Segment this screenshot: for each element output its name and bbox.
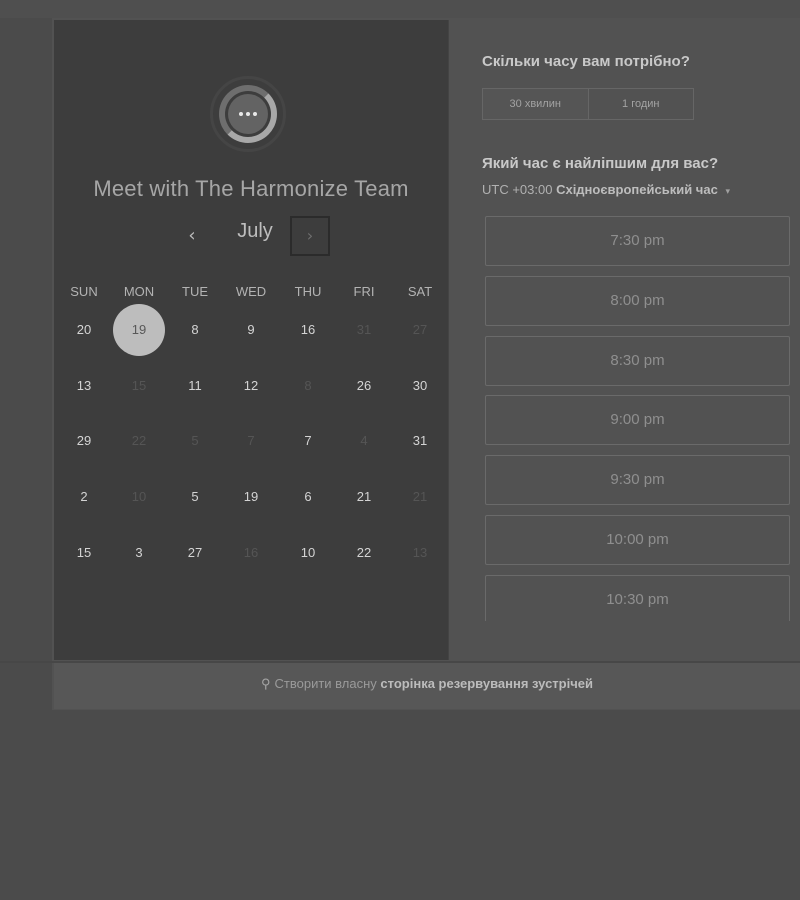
top-band [0,0,800,18]
chevron-left-icon[interactable]: ‹ [178,222,206,250]
calendar-day-selected[interactable]: 19 [113,304,165,356]
time-slot-button[interactable]: 7:30 pm [485,216,790,266]
weekday-label: TUE [182,284,208,299]
weekday-label: THU [294,284,322,299]
calendar-day[interactable]: 7 [282,415,334,467]
calendar-day[interactable]: 9 [225,304,277,356]
footer-link[interactable]: ⚲ Створити власну сторінка резервування з… [54,663,800,705]
calendar-day: 27 [412,322,428,337]
calendar-day[interactable]: 11 [169,360,221,412]
duration-question: Скільки часу вам потрібно? [482,53,690,70]
calendar-day[interactable]: 13 [58,360,110,412]
weekday-label: WED [235,284,267,299]
time-slot-button[interactable]: 9:00 pm [485,395,790,446]
duration-selector: 30 хвилин 1 годин [482,88,694,120]
footer-prefix: Створити власну [274,676,377,691]
calendar-day: 8 [304,378,312,393]
calendar-day[interactable]: 30 [394,360,446,412]
weekday-header: SUN MON TUE WED THU FRI SAT [54,284,448,304]
weekday-label: SUN [70,284,98,299]
weekday-label: FRI [353,284,375,299]
calendar-day[interactable]: 31 [394,415,446,467]
calendar-panel: Meet with The Harmonize Team ‹ July › SU… [54,20,449,660]
time-slot-list: 7:30 pm 8:00 pm 8:30 pm 9:00 pm 9:30 pm 10:00… [485,216,792,621]
time-question: Який час є найліпшим для вас? [482,155,719,172]
time-panel: Скільки часу вам потрібно? 30 хвилин 1 г… [448,20,800,660]
calendar-day: 4 [360,433,368,448]
calendar-day[interactable]: 21 [338,471,390,523]
time-slot-button[interactable]: 8:30 pm [485,335,790,386]
caret-down-icon: ▾ [725,186,730,196]
calendar-day: 21 [412,489,428,504]
calendar-day: 31 [356,322,372,337]
calendar-day[interactable]: 8 [169,304,221,356]
time-slot-button[interactable]: 10:30 pm [485,574,790,621]
calendar-day: 15 [131,378,147,393]
avatar [210,76,286,152]
calendar-day[interactable]: 29 [58,415,110,467]
calendar-day: 22 [131,433,147,448]
calendar-day[interactable]: 2 [58,471,110,523]
duration-option-30[interactable]: 30 хвилин [483,89,589,119]
duration-option-60[interactable]: 1 годин [589,89,694,119]
time-slot-button[interactable]: 9:30 pm [485,455,790,506]
chat-logo-ring [219,85,277,143]
hubspot-sprocket-icon: ⚲ [261,676,271,691]
chevron-right-icon[interactable]: › [290,216,330,256]
calendar-day[interactable]: 27 [169,527,221,579]
calendar-day[interactable]: 20 [58,304,110,356]
timezone-offset: UTC +03:00 [482,182,553,197]
weekday-label: MON [123,284,155,299]
timezone-name: Східноєвропейський час [556,182,718,197]
calendar-day[interactable]: 12 [225,360,277,412]
calendar-day[interactable]: 10 [282,527,334,579]
calendar-day: 7 [247,433,255,448]
calendar-day: 5 [191,433,199,448]
time-slot-button[interactable]: 8:00 pm [485,275,790,326]
time-slot-button[interactable]: 10:00 pm [485,515,790,565]
calendar-day[interactable]: 15 [58,527,110,579]
weekday-label: SAT [407,284,433,299]
calendar-day[interactable]: 22 [338,527,390,579]
month-label: July [237,220,273,242]
meeting-title: Meet with The Harmonize Team [93,176,409,201]
calendar-day: 16 [243,545,259,560]
calendar-day[interactable]: 16 [282,304,334,356]
chat-bubble-icon [228,94,268,134]
footer-link-text[interactable]: сторінка резервування зустрічей [380,676,593,691]
month-navigation: ‹ July › [54,216,448,258]
calendar-day[interactable]: 6 [282,471,334,523]
footer-bar: ⚲ Створити власну сторінка резервування з… [54,663,800,709]
timezone-selector[interactable]: UTC +03:00 Східноєвропейський час ▾ [482,182,730,197]
calendar-day: 13 [412,545,428,560]
calendar-day[interactable]: 19 [225,471,277,523]
calendar-day[interactable]: 5 [169,471,221,523]
calendar-day: 10 [131,489,147,504]
calendar-day[interactable]: 3 [113,527,165,579]
calendar-day[interactable]: 26 [338,360,390,412]
